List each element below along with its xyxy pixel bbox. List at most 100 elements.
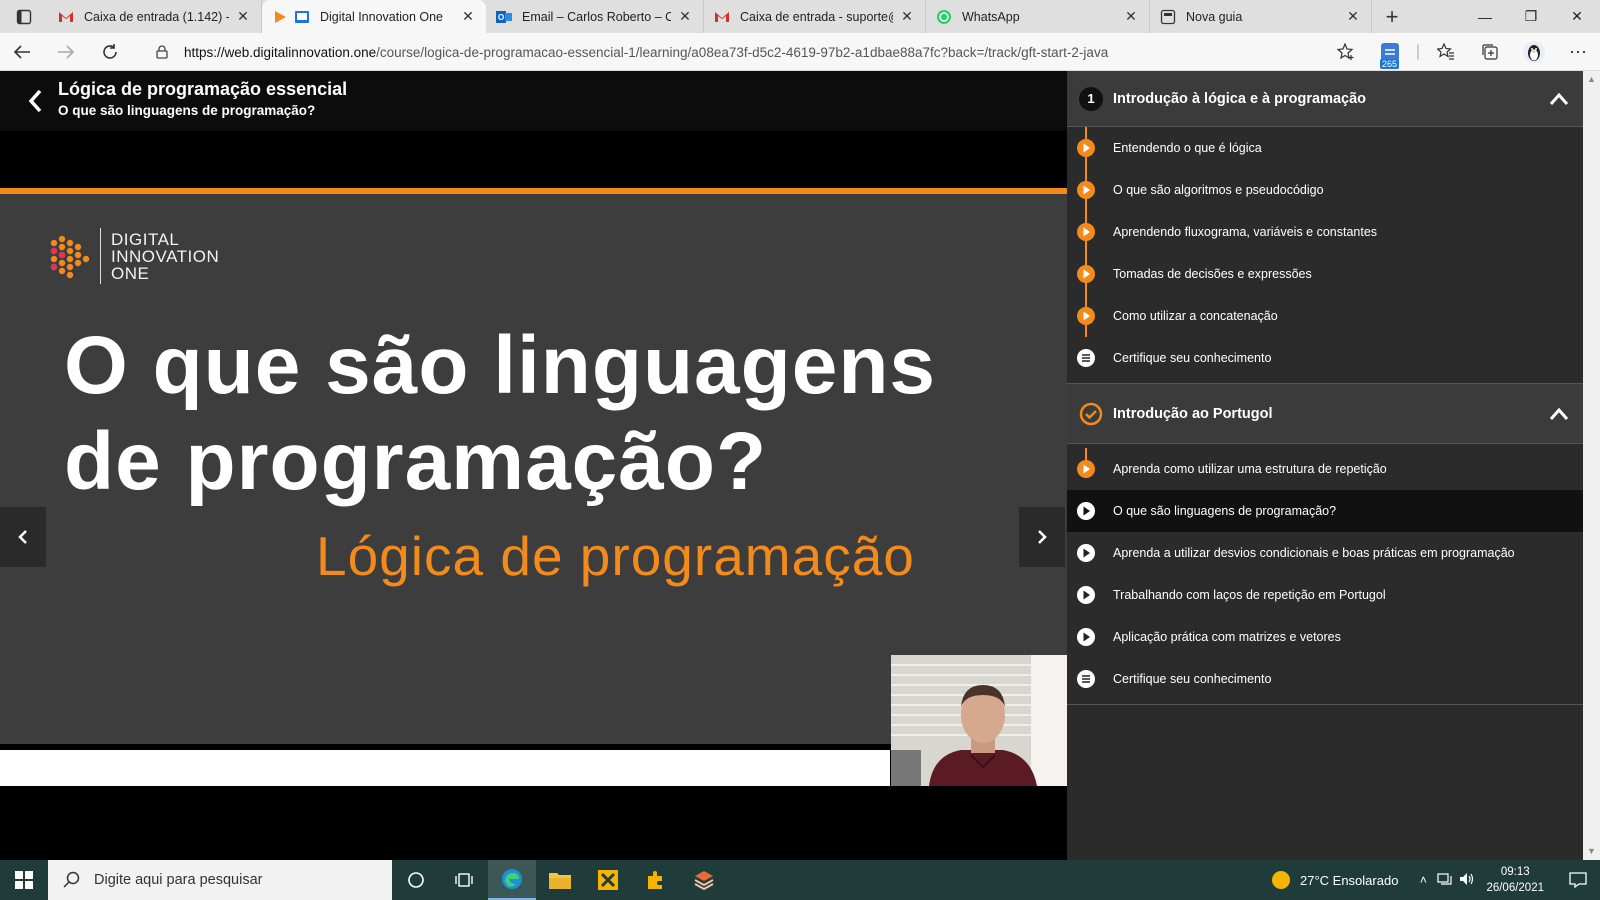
file-explorer-button[interactable] xyxy=(536,860,584,900)
app-button-3[interactable] xyxy=(680,860,728,900)
close-icon[interactable]: ✕ xyxy=(1123,8,1139,25)
close-window-button[interactable]: ✕ xyxy=(1554,0,1600,33)
taskbar-search[interactable]: Digite aqui para pesquisar xyxy=(48,860,392,900)
cortana-button[interactable] xyxy=(392,860,440,900)
slide-subtitle: Lógica de programação xyxy=(316,525,915,587)
close-icon[interactable]: ✕ xyxy=(677,8,693,25)
section-header-1[interactable]: 1 Introdução à lógica e à programação xyxy=(1067,71,1583,127)
restore-button[interactable]: ❐ xyxy=(1508,0,1554,33)
lesson-label: Certifique seu conhecimento xyxy=(1113,351,1272,365)
lesson-title: O que são linguagens de programação? xyxy=(58,103,316,118)
page-scrollbar[interactable]: ▲ ▼ xyxy=(1583,71,1600,860)
notifications-button[interactable] xyxy=(1556,860,1600,900)
lesson-item[interactable]: Tomadas de decisões e expressões xyxy=(1067,253,1583,295)
tab-new-tab[interactable]: Nova guia ✕ xyxy=(1150,0,1372,33)
lesson-item[interactable]: Trabalhando com laços de repetição em Po… xyxy=(1067,574,1583,616)
favorites-icon xyxy=(1437,43,1454,60)
next-lesson-button[interactable] xyxy=(1019,507,1065,567)
volume-icon[interactable] xyxy=(1456,872,1478,889)
refresh-icon xyxy=(103,43,117,59)
app-button-1[interactable] xyxy=(584,860,632,900)
add-favorite-button[interactable] xyxy=(1324,33,1368,71)
lesson-label: Como utilizar a concatenação xyxy=(1113,309,1278,323)
tab-gmail-2[interactable]: Caixa de entrada - suporte@ ✕ xyxy=(704,0,926,33)
tab-outlook[interactable]: O Email – Carlos Roberto – Outl ✕ xyxy=(486,0,704,33)
scroll-down-icon[interactable]: ▼ xyxy=(1583,843,1600,860)
separator: | xyxy=(1415,43,1421,60)
profile-avatar[interactable] xyxy=(1512,33,1556,71)
close-icon[interactable]: ✕ xyxy=(899,8,915,25)
stack-app-icon xyxy=(694,871,714,891)
tab-actions-icon xyxy=(16,9,32,24)
newtab-icon xyxy=(1160,9,1176,25)
chevron-up-icon[interactable] xyxy=(1549,92,1569,106)
windows-logo-icon xyxy=(15,871,33,889)
quiz-list-icon xyxy=(1077,670,1095,688)
close-icon[interactable]: ✕ xyxy=(235,8,251,25)
lesson-label: Aprenda a utilizar desvios condicionais … xyxy=(1113,546,1515,560)
divider xyxy=(1067,704,1583,705)
section-header-2[interactable]: Introdução ao Portugol xyxy=(1067,384,1583,444)
notification-icon xyxy=(1569,872,1587,889)
scroll-up-icon[interactable]: ▲ xyxy=(1583,71,1600,88)
cortana-icon xyxy=(408,872,424,888)
close-icon[interactable]: ✕ xyxy=(460,8,476,25)
app-button-2[interactable] xyxy=(632,860,680,900)
refresh-button[interactable] xyxy=(88,33,132,71)
play-done-icon xyxy=(1077,307,1095,325)
lesson-item[interactable]: Aprenda como utilizar uma estrutura de r… xyxy=(1067,448,1583,490)
play-done-icon xyxy=(1077,139,1095,157)
course-title: Lógica de programação essencial xyxy=(58,79,348,99)
network-icon[interactable] xyxy=(1434,872,1456,889)
close-icon[interactable]: ✕ xyxy=(1345,8,1361,25)
chevron-left-icon[interactable] xyxy=(26,87,46,115)
video-bottom-bar xyxy=(0,750,890,786)
lesson-item[interactable]: O que são algoritmos e pseudocódigo xyxy=(1067,169,1583,211)
lesson-item[interactable]: Aprenda a utilizar desvios condicionais … xyxy=(1067,532,1583,574)
previous-lesson-button[interactable] xyxy=(0,507,46,567)
edge-taskbar-button[interactable] xyxy=(488,860,536,900)
favorites-button[interactable] xyxy=(1424,33,1468,71)
lesson-item-current[interactable]: O que são linguagens de programação? xyxy=(1067,490,1583,532)
lock-icon[interactable] xyxy=(150,45,174,59)
logo-divider xyxy=(100,228,101,284)
task-view-button[interactable] xyxy=(440,860,488,900)
tab-actions-button[interactable] xyxy=(0,0,48,33)
video-player[interactable]: DIGITAL INNOVATION ONE O que são linguag… xyxy=(0,131,1067,860)
play-icon xyxy=(1077,502,1095,520)
browser-toolbar: https://web.digitalinnovation.one/course… xyxy=(0,33,1600,71)
new-tab-button[interactable]: + xyxy=(1372,0,1412,33)
lesson-item[interactable]: Entendendo o que é lógica xyxy=(1067,127,1583,169)
chevron-up-icon[interactable] xyxy=(1549,407,1569,421)
lesson-item[interactable]: Como utilizar a concatenação xyxy=(1067,295,1583,337)
forward-button[interactable] xyxy=(44,33,88,71)
lesson-label: Entendendo o que é lógica xyxy=(1113,141,1262,155)
tab-gmail-1[interactable]: Caixa de entrada (1.142) - car ✕ xyxy=(48,0,262,33)
lesson-item[interactable]: Aplicação prática com matrizes e vetores xyxy=(1067,616,1583,658)
minimize-button[interactable]: — xyxy=(1462,0,1508,33)
course-page: Lógica de programação essencial O que sã… xyxy=(0,71,1600,860)
clock-date: 26/06/2021 xyxy=(1486,882,1544,894)
section-title: Introdução ao Portugol xyxy=(1113,405,1273,422)
tab-title: Nova guia xyxy=(1186,9,1243,24)
extension-button[interactable]: 265 xyxy=(1368,33,1412,71)
svg-text:O: O xyxy=(498,13,504,22)
weather-widget[interactable]: 27°C Ensolarado xyxy=(1272,871,1398,889)
dio-logo-mark-icon xyxy=(50,235,90,279)
show-hidden-icons-chevron-up-icon[interactable]: ˄ xyxy=(1412,873,1434,887)
tab-whatsapp[interactable]: WhatsApp ✕ xyxy=(926,0,1150,33)
address-bar[interactable]: https://web.digitalinnovation.one/course… xyxy=(150,38,1330,66)
outlook-icon: O xyxy=(496,9,512,25)
collections-button[interactable] xyxy=(1468,33,1512,71)
start-button[interactable] xyxy=(0,860,48,900)
logo-line: INNOVATION xyxy=(111,246,220,266)
back-button[interactable] xyxy=(0,33,44,71)
lesson-item[interactable]: Aprendendo fluxograma, variáveis e const… xyxy=(1067,211,1583,253)
tab-title: WhatsApp xyxy=(962,9,1020,24)
lesson-item[interactable]: Certifique seu conhecimento xyxy=(1067,337,1583,379)
tab-digital-innovation-one[interactable]: Digital Innovation One ✕ xyxy=(262,0,486,33)
lesson-item[interactable]: Certifique seu conhecimento xyxy=(1067,658,1583,700)
clock[interactable]: 09:13 26/06/2021 xyxy=(1486,864,1544,896)
settings-more-button[interactable]: ⋯ xyxy=(1556,33,1600,71)
url-path: /course/logica-de-programacao-essencial-… xyxy=(376,44,1109,60)
